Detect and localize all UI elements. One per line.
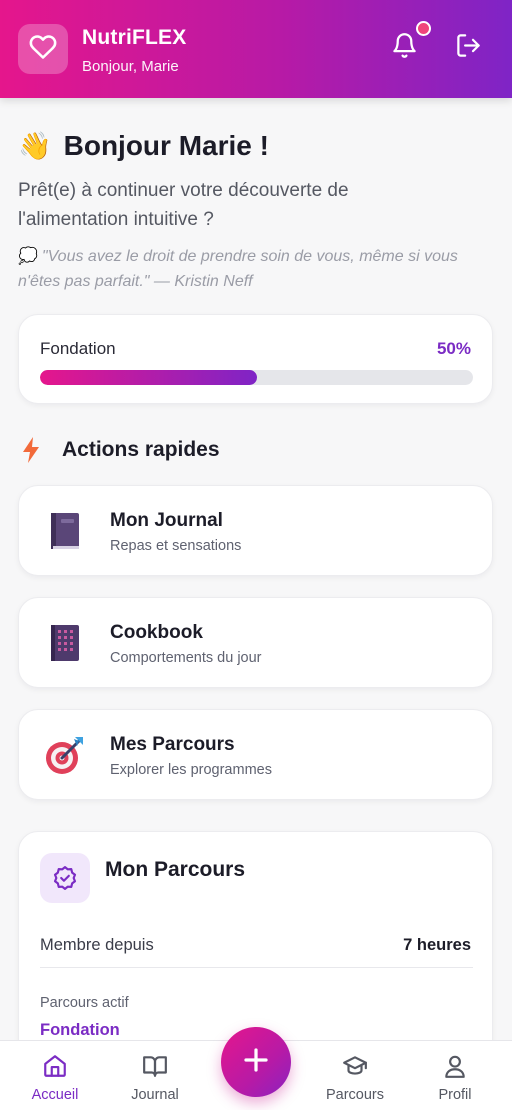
member-since-value: 7 heures: [403, 936, 471, 954]
action-title: Mon Journal: [110, 510, 223, 531]
progress-label: Fondation: [40, 339, 116, 358]
app-header: NutriFLEX Bonjour, Marie: [0, 0, 512, 98]
add-entry-button[interactable]: [221, 1027, 291, 1097]
motivational-quote: 💭 "Vous avez le droit de prendre soin de …: [18, 244, 494, 294]
nav-item-accueil[interactable]: Accueil: [15, 1051, 95, 1109]
progress-card: Fondation 50%: [18, 314, 493, 404]
target-icon: [43, 732, 87, 778]
nav-item-parcours[interactable]: Parcours: [315, 1051, 395, 1109]
badge-check-icon: [40, 853, 90, 903]
quote-text: "Vous avez le droit de prendre soin de v…: [18, 248, 458, 290]
logout-icon: [455, 32, 482, 64]
action-title: Mes Parcours: [110, 734, 235, 755]
action-subtitle: Comportements du jour: [110, 650, 262, 666]
welcome-subtitle: Prêt(e) à continuer votre découverte de …: [18, 180, 349, 230]
nav-label: Journal: [131, 1087, 179, 1103]
my-parcours-title: Mon Parcours: [105, 858, 246, 881]
action-subtitle: Repas et sensations: [110, 538, 242, 554]
nav-label: Parcours: [325, 1087, 385, 1103]
home-icon: [15, 1051, 95, 1081]
progress-bar: [40, 370, 473, 385]
nav-item-profil[interactable]: Profil: [415, 1051, 495, 1109]
heart-icon: [29, 33, 57, 66]
action-card-parcours[interactable]: Mes Parcours Explorer les programmes: [18, 709, 493, 800]
header-greeting: Bonjour, Marie: [82, 58, 179, 75]
app-logo: [18, 24, 68, 74]
logout-button[interactable]: [450, 30, 486, 66]
cookbook-icon: [43, 620, 87, 666]
action-title: Cookbook: [110, 622, 203, 643]
member-since-label: Membre depuis: [40, 936, 154, 954]
book-open-icon: [115, 1051, 195, 1081]
notifications-button[interactable]: [386, 30, 422, 66]
journal-book-icon: [43, 508, 87, 554]
welcome-heading: 👋 Bonjour Marie !: [18, 130, 269, 162]
action-subtitle: Explorer les programmes: [110, 762, 272, 778]
nav-label: Accueil: [31, 1087, 79, 1103]
nav-item-journal[interactable]: Journal: [115, 1051, 195, 1109]
user-icon: [415, 1051, 495, 1081]
nav-label: Profil: [438, 1087, 472, 1103]
graduation-cap-icon: [315, 1051, 395, 1081]
divider: [40, 967, 473, 968]
quick-actions-heading: Actions rapides: [22, 437, 220, 463]
bell-icon: [391, 32, 418, 64]
active-parcours-value[interactable]: Fondation: [40, 1021, 120, 1040]
app-name: NutriFLEX: [82, 26, 187, 49]
bolt-icon: [22, 437, 40, 463]
notification-dot: [416, 21, 431, 36]
waving-hand-emoji: 👋: [18, 131, 52, 161]
thought-bubble-emoji: 💭: [18, 248, 38, 265]
plus-icon: [241, 1045, 271, 1080]
action-card-journal[interactable]: Mon Journal Repas et sensations: [18, 485, 493, 576]
welcome-title: Bonjour Marie !: [63, 130, 269, 161]
active-parcours-label: Parcours actif: [40, 995, 129, 1011]
progress-percent: 50%: [436, 339, 471, 358]
action-card-cookbook[interactable]: Cookbook Comportements du jour: [18, 597, 493, 688]
progress-bar-fill: [40, 370, 257, 385]
quick-actions-title: Actions rapides: [62, 438, 220, 461]
